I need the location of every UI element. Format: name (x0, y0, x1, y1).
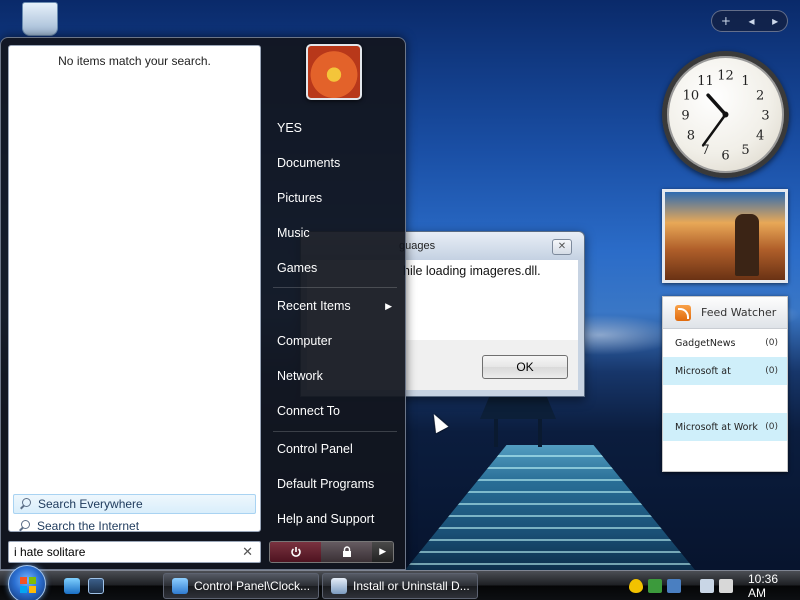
security-shield-icon[interactable] (629, 579, 643, 593)
clock-numeral: 2 (756, 89, 764, 104)
clock-numeral: 12 (717, 69, 734, 84)
ok-button[interactable]: OK (482, 355, 568, 379)
volume-muted-icon[interactable] (719, 579, 733, 593)
submenu-arrow-icon: ▶ (385, 300, 392, 311)
clock-numeral: 11 (697, 74, 714, 89)
dialog-message: hile loading imageres.dll. (403, 264, 541, 278)
feed-item[interactable]: Microsoft at (0) (663, 357, 787, 385)
windows-update-icon[interactable] (648, 579, 662, 593)
desktop-hut (480, 397, 556, 447)
taskbar: Control Panel\Clock... Install or Uninst… (0, 565, 800, 600)
search-option-label: Search Everywhere (38, 497, 143, 511)
feed-item-name: Microsoft at (675, 365, 731, 377)
feed-title: Feed Watcher (701, 306, 777, 319)
taskbar-button-install-uninstall[interactable]: Install or Uninstall D... (322, 573, 478, 599)
notification-area: 10:36 AM (629, 572, 797, 600)
start-menu: No items match your search. Search Every… (0, 37, 406, 570)
feed-item-name: Microsoft at Work (675, 421, 758, 433)
clock-control-panel-icon (172, 578, 188, 594)
clock-hour-hand (706, 93, 728, 117)
menu-separator (273, 287, 397, 288)
menu-item-music[interactable]: Music (269, 218, 397, 248)
add-gadget-icon[interactable]: + (721, 14, 731, 28)
search-results-pane: No items match your search. Search Every… (8, 45, 261, 533)
feed-item[interactable] (663, 441, 787, 469)
clock-numeral: 1 (741, 74, 749, 89)
mouse-pointer-icon (427, 410, 449, 434)
feed-item-name: GadgetNews (675, 337, 736, 349)
close-icon[interactable]: ✕ (552, 239, 572, 255)
menu-separator (273, 431, 397, 432)
user-picture[interactable] (306, 44, 362, 100)
clock-numeral: 3 (761, 109, 769, 124)
clock-numeral: 4 (756, 129, 764, 144)
lock-button[interactable] (321, 542, 373, 562)
feed-item-count: (0) (765, 338, 778, 348)
defender-icon[interactable] (667, 579, 681, 593)
clear-search-icon[interactable]: ✕ (242, 544, 253, 560)
menu-item-pictures[interactable]: Pictures (269, 183, 397, 213)
feed-watcher-gadget[interactable]: Feed Watcher GadgetNews (0) Microsoft at… (662, 296, 788, 472)
menu-item-default-programs[interactable]: Default Programs (269, 469, 397, 499)
clock-numeral: 8 (687, 129, 695, 144)
show-desktop-icon[interactable] (88, 578, 104, 594)
windows-logo-icon (20, 577, 36, 593)
power-button[interactable] (270, 542, 322, 562)
search-everywhere-option[interactable]: Search Everywhere (13, 494, 256, 514)
feed-item-count: (0) (765, 422, 778, 432)
slideshow-image (735, 214, 759, 276)
clock-minute-hand (701, 113, 727, 147)
no-results-message: No items match your search. (58, 54, 211, 68)
power-controls: ▶ (269, 541, 394, 563)
menu-item-games[interactable]: Games (269, 253, 397, 283)
menu-item-connect-to[interactable]: Connect To (269, 396, 397, 426)
clock-numeral: 9 (681, 109, 689, 124)
search-icon (19, 520, 31, 532)
menu-item-help-support[interactable]: Help and Support (269, 504, 397, 534)
feed-header: Feed Watcher (663, 297, 787, 329)
clock-numeral: 5 (741, 143, 749, 158)
search-internet-option[interactable]: Search the Internet (13, 516, 256, 536)
recycle-bin-icon[interactable] (22, 2, 58, 36)
search-query: i hate solitare (14, 545, 86, 559)
desktop-pier-lights (405, 445, 695, 570)
menu-item-network[interactable]: Network (269, 361, 397, 391)
power-icon (290, 547, 301, 557)
menu-item-recent-items[interactable]: Recent Items ▶ (269, 291, 397, 321)
next-icon[interactable]: ▸ (772, 14, 778, 28)
feed-item[interactable]: Microsoft at Work (0) (663, 413, 787, 441)
taskbar-button-control-panel[interactable]: Control Panel\Clock... (163, 573, 319, 599)
rss-icon (675, 304, 691, 321)
sidebar-controls: + ◂ ▸ (711, 10, 788, 32)
network-icon[interactable] (700, 579, 714, 593)
search-option-label: Search the Internet (37, 519, 140, 533)
menu-item-user-folder[interactable]: YES (269, 113, 397, 143)
taskbar-button-label: Install or Uninstall D... (353, 579, 470, 593)
start-button[interactable] (8, 565, 46, 600)
shutdown-options-arrow-icon[interactable]: ▶ (372, 542, 393, 562)
start-search-input[interactable]: i hate solitare ✕ (8, 541, 261, 563)
clock-center-pin (722, 111, 729, 118)
taskbar-button-label: Control Panel\Clock... (194, 579, 311, 593)
lock-icon (342, 546, 351, 557)
feed-item[interactable] (663, 385, 787, 413)
clock-numeral: 6 (721, 149, 729, 164)
clock-face: 12 1234567891011 (681, 69, 769, 164)
previous-icon[interactable]: ◂ (749, 14, 755, 28)
menu-item-control-panel[interactable]: Control Panel (269, 434, 397, 464)
slideshow-gadget[interactable] (662, 189, 788, 283)
feed-item-count: (0) (765, 366, 778, 376)
taskbar-clock[interactable]: 10:36 AM (748, 572, 797, 600)
programs-icon (331, 578, 347, 594)
menu-item-computer[interactable]: Computer (269, 326, 397, 356)
clock-gadget[interactable]: 12 1 2 3 4 5 6 7 8 9 10 11 (662, 51, 789, 178)
search-icon (20, 498, 32, 510)
menu-item-documents[interactable]: Documents (269, 148, 397, 178)
clock-numeral: 10 (683, 89, 700, 104)
feed-item[interactable]: GadgetNews (0) (663, 329, 787, 357)
internet-explorer-icon[interactable] (64, 578, 80, 594)
